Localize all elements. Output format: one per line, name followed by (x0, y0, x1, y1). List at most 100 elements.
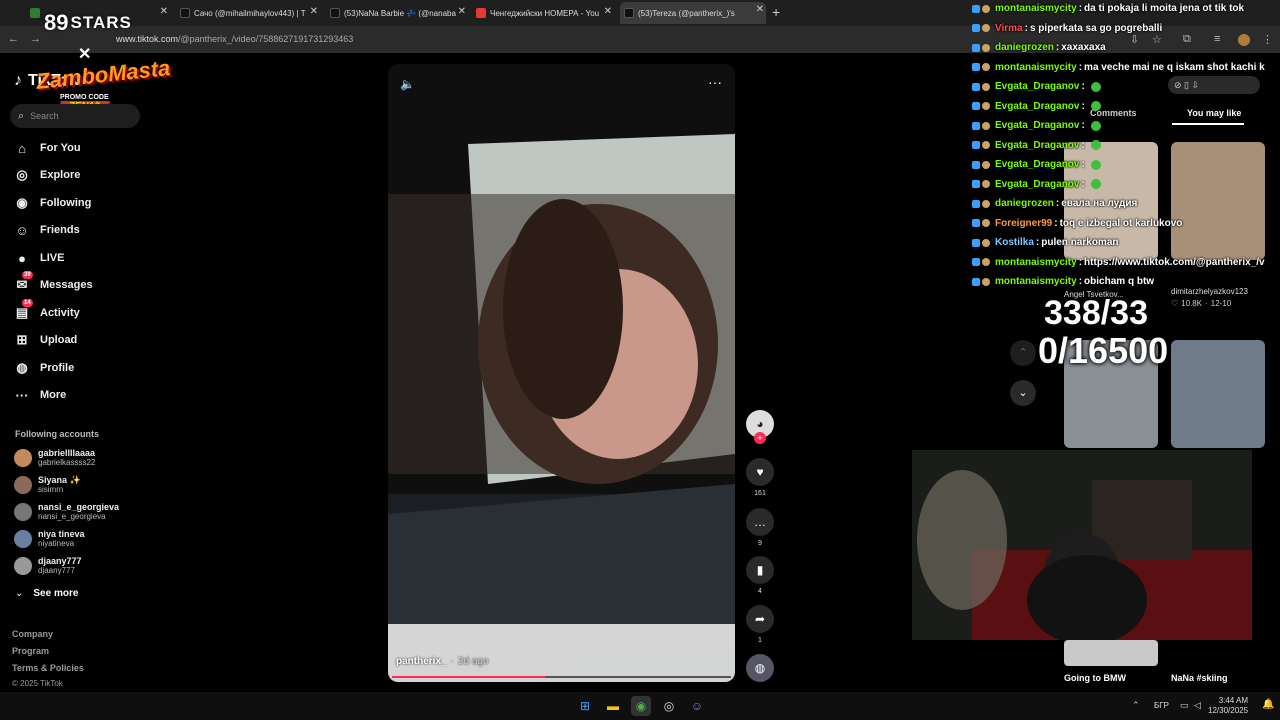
chat-username: montanaismycity (995, 61, 1077, 73)
video-player[interactable]: 🔈 ··· pantherix_ · 2d ago (388, 64, 735, 682)
sidebar-item-upload[interactable]: ⊞ Upload (14, 330, 78, 350)
bookmark-star-icon[interactable]: ☆ (1152, 33, 1162, 46)
media-icon[interactable]: ≡ (1214, 33, 1220, 45)
chat-separator: : (1081, 139, 1085, 151)
clock[interactable]: 3:44 AM 12/30/2025 (1208, 696, 1248, 716)
sound-disc[interactable]: ◍ (746, 654, 774, 682)
new-tab-button[interactable]: + (772, 4, 780, 20)
discord-icon[interactable]: ☺ (687, 696, 707, 716)
sidebar-item-messages[interactable]: ✉ 39 Messages (14, 271, 93, 295)
obs-icon[interactable]: ◎ (659, 696, 679, 716)
like-count: 161 (754, 490, 766, 497)
chat-username: Evgata_Draganov (995, 178, 1080, 190)
profile-avatar-icon[interactable] (1238, 34, 1250, 46)
tray-chevron-icon[interactable]: ⌃ (1132, 700, 1140, 711)
sidebar-item-for-you[interactable]: ⌂ For You (14, 138, 80, 158)
video-progress-track[interactable] (392, 676, 731, 678)
forward-icon[interactable]: → (30, 33, 41, 45)
tab-you-may-like[interactable]: You may like (1187, 108, 1241, 118)
comment-button[interactable]: … 9 (746, 508, 774, 547)
chat-badge-icon (982, 121, 990, 130)
chrome-icon[interactable]: ◉ (631, 696, 651, 716)
chat-message: Evgata_Draganov : (972, 140, 1101, 151)
close-tab-icon[interactable]: ✕ (756, 4, 764, 15)
scroll-up-button[interactable]: ⌃ (1010, 340, 1036, 366)
sidebar-item-profile[interactable]: ◍ Profile (14, 358, 74, 378)
language-indicator[interactable]: БГР (1154, 701, 1169, 710)
notification-icon[interactable]: 🔔 (1262, 699, 1274, 710)
chat-username: Evgata_Draganov (995, 120, 1080, 131)
close-tab-icon[interactable]: ✕ (310, 6, 318, 17)
share-button[interactable]: ➦ 1 (746, 605, 774, 644)
network-icon[interactable]: ▭ (1180, 700, 1189, 711)
following-account[interactable]: niya tineva niyatineva (14, 526, 85, 552)
see-more-button[interactable]: ⌄ See more (15, 588, 78, 599)
taskbar: ⊞ ▬ ◉ ◎ ☺ ⌃ БГР ▭ ◁ 3:44 AM 12/30/2025 🔔 (0, 692, 1280, 720)
heart-icon: ♥ (746, 458, 774, 486)
scroll-down-button[interactable]: ⌄ (1010, 380, 1036, 406)
browser-tab-active[interactable]: (53)Tereza (@pantherix_)'s ✕ (620, 2, 766, 24)
save-count: 4 (758, 588, 762, 595)
suggested-video-thumb[interactable] (1171, 340, 1265, 448)
close-tab-icon[interactable]: ✕ (160, 6, 168, 17)
creator-avatar[interactable]: ◕ + (746, 410, 774, 444)
menu-dots-icon[interactable]: ⋮ (1262, 33, 1273, 46)
bookmark-icon: ▮ (746, 556, 774, 584)
search-input[interactable]: ⌕ Search (10, 104, 140, 128)
sidebar-item-explore[interactable]: ◎ Explore (14, 165, 80, 185)
sidebar-item-live[interactable]: ● LIVE (14, 248, 64, 268)
extensions-icon[interactable]: ⧉ (1183, 33, 1191, 46)
chat-separator: : (1081, 81, 1085, 92)
music-disc-icon: ◍ (746, 654, 774, 682)
footer-company-link[interactable]: Company (12, 629, 53, 639)
suggested-author[interactable]: dimitarzhelyazkov123 (1171, 287, 1248, 296)
sidebar-item-activity[interactable]: ▤ 14 Activity (14, 299, 80, 323)
following-account[interactable]: Siyana ✨ sisimrn (14, 472, 81, 498)
install-icon[interactable]: ⇩ (1130, 33, 1139, 46)
url-field[interactable]: www.tiktok.com/@pantherix_/video/7588627… (116, 34, 353, 44)
close-tab-icon[interactable]: ✕ (604, 6, 612, 17)
sound-icon[interactable]: 🔈 (400, 77, 415, 91)
chat-message: daniegrozen : хахахаха (972, 42, 1106, 53)
volume-icon[interactable]: ◁ (1194, 700, 1201, 711)
following-account[interactable]: djaany777 djaany777 (14, 553, 82, 579)
chat-message: Evgata_Draganov : (972, 101, 1101, 112)
like-button[interactable]: ♥ 161 (746, 458, 774, 497)
more-options-icon[interactable]: ··· (708, 74, 722, 90)
suggested-video-thumb[interactable] (1064, 640, 1158, 666)
following-account[interactable]: gabriellllaaaa gabrielkassss22 (14, 445, 95, 471)
chat-badge-icon (972, 180, 980, 188)
sidebar-item-label: Following (40, 197, 92, 209)
notification-badge: 14 (22, 299, 33, 307)
chat-badge-icon (982, 82, 990, 91)
back-icon[interactable]: ← (8, 33, 19, 45)
follow-plus-icon[interactable]: + (754, 432, 766, 444)
avatar (14, 503, 32, 521)
compass-icon: ◎ (16, 167, 28, 182)
save-button[interactable]: ▮ 4 (746, 556, 774, 595)
sidebar-item-friends[interactable]: ☺ Friends (14, 220, 79, 240)
windows-start-icon[interactable]: ⊞ (575, 696, 595, 716)
account-text: djaany777 djaany777 (38, 556, 82, 576)
following-account[interactable]: nansi_e_georgieva nansi_e_georgieva (14, 499, 119, 525)
chat-badge-icon (982, 219, 990, 227)
video-progress-fill (392, 676, 545, 678)
suggested-caption[interactable]: NaNa #skiing (1171, 673, 1228, 683)
chat-username: montanaismycity (995, 3, 1077, 14)
chat-badge-icon (982, 141, 990, 149)
heart-outline-icon: ♡ (1171, 299, 1179, 308)
browser-tab[interactable]: Сачо (@mihailmihaylov443) | T ✕ (180, 4, 320, 22)
suggested-video-thumb[interactable] (1171, 142, 1265, 260)
sidebar-item-following[interactable]: ◉ Following (14, 193, 91, 213)
footer-terms-link[interactable]: Terms & Policies (12, 663, 84, 673)
file-explorer-icon[interactable]: ▬ (603, 696, 623, 716)
sidebar-item-more[interactable]: ··· More (14, 385, 67, 405)
chat-text: pulen narkoman (1041, 237, 1119, 248)
close-tab-icon[interactable]: ✕ (458, 6, 466, 17)
video-author[interactable]: pantherix_ (396, 656, 447, 667)
footer-program-link[interactable]: Program (12, 646, 49, 656)
chat-message: Foreigner99 : toq e izbegal ot karlukovo (972, 218, 1182, 229)
browser-tab[interactable]: (53)NaNa Barbie 💤 (@nanaba ✕ (330, 4, 468, 22)
suggested-caption[interactable]: Going to BMW (1064, 673, 1126, 683)
browser-tab[interactable]: Ченгеджийски НОМЕРА - You ✕ (476, 4, 614, 22)
